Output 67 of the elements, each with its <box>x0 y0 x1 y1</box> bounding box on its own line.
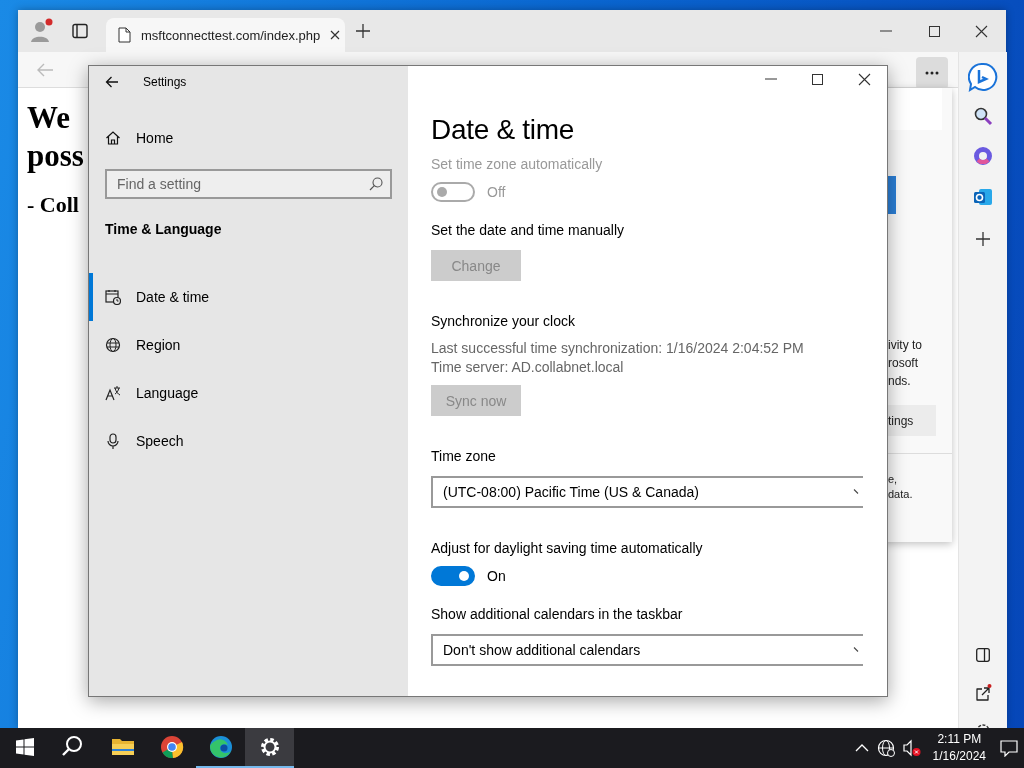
home-link[interactable]: Home <box>136 130 174 146</box>
search-field[interactable]: Find a setting <box>105 169 392 199</box>
toggle-state: Off <box>487 184 506 200</box>
page-subheading: - Coll <box>27 192 79 218</box>
page-icon <box>118 27 131 43</box>
panel-text: ivity to <box>888 337 922 354</box>
setting-label: Time zone <box>431 447 496 466</box>
browser-tab[interactable]: msftconnecttest.com/index.php <box>106 18 345 52</box>
nav-item[interactable]: Language <box>89 369 408 417</box>
setting-label: Show additional calendars in the taskbar <box>431 605 683 624</box>
nav-item[interactable]: Region <box>89 321 408 369</box>
globe-icon[interactable] <box>876 739 895 757</box>
page-heading: poss <box>27 138 84 174</box>
chat-bubble-icon[interactable] <box>968 62 998 92</box>
window-title: Settings <box>143 75 187 89</box>
split-view-icon[interactable] <box>976 648 990 662</box>
search-icon <box>369 177 383 191</box>
ring-icon[interactable] <box>973 146 993 166</box>
speaker-muted-icon[interactable] <box>902 739 921 757</box>
maximize-icon[interactable] <box>928 24 941 38</box>
setting-label: Synchronize your clock <box>431 312 575 331</box>
info-text: Last successful time synchronization: 1/16/2024 2:04:52 PM <box>431 339 804 358</box>
panel-text: data. <box>888 487 913 502</box>
add-icon[interactable] <box>976 232 990 246</box>
maximize-icon[interactable] <box>811 72 824 86</box>
setting-label: Adjust for daylight saving time automatically <box>431 539 703 558</box>
taskbar-app[interactable] <box>245 728 294 768</box>
nav-item[interactable]: Date & time <box>89 273 408 321</box>
dropdown[interactable]: Don't show additional calendars <box>431 634 863 666</box>
close-icon[interactable] <box>858 72 871 86</box>
globe-icon <box>105 337 121 353</box>
more-button[interactable] <box>916 57 948 89</box>
microphone-icon <box>105 433 121 449</box>
home-icon[interactable] <box>105 130 121 146</box>
tab-title: msftconnecttest.com/index.php <box>141 27 321 43</box>
chrome-icon <box>159 735 184 759</box>
back-arrow-icon[interactable] <box>105 76 119 88</box>
page-heading: We <box>27 100 71 136</box>
edge-icon <box>208 735 233 759</box>
windows-icon <box>15 738 34 756</box>
panel-button[interactable]: tings <box>888 405 936 436</box>
toggle-state: On <box>487 568 506 584</box>
illustration <box>888 176 896 214</box>
close-icon[interactable] <box>975 24 988 38</box>
setting-label: Set time zone automatically <box>431 155 603 174</box>
panel-text: e, <box>888 472 898 487</box>
dropdown[interactable]: (UTC-08:00) Pacific Time (US & Canada) <box>431 476 863 508</box>
chevron-up-icon[interactable] <box>854 744 869 752</box>
ellipsis-icon <box>925 71 939 75</box>
section-heading: Time & Language <box>105 221 223 237</box>
mail-icon[interactable] <box>973 188 993 206</box>
info-text: Time server: AD.collabnet.local <box>431 358 625 377</box>
search-icon[interactable] <box>973 106 993 126</box>
panel-text: rosoft <box>888 355 918 372</box>
language-icon <box>105 385 121 401</box>
toggle-switch[interactable] <box>431 566 475 586</box>
page-heading: Date & time <box>431 113 575 147</box>
new-tab-icon[interactable] <box>355 23 371 39</box>
notification-icon[interactable] <box>1000 739 1018 757</box>
tab-actions-icon[interactable] <box>72 23 88 39</box>
panel-text: nds. <box>888 373 911 390</box>
close-icon[interactable] <box>330 30 341 40</box>
taskbar-clock[interactable]: 2:11 PM 1/16/2024 <box>932 731 986 765</box>
calendar-clock-icon <box>105 289 121 305</box>
nav-item[interactable]: Speech <box>89 417 408 465</box>
setting-label: Set the date and time manually <box>431 221 624 240</box>
external-link-icon[interactable] <box>974 684 992 702</box>
